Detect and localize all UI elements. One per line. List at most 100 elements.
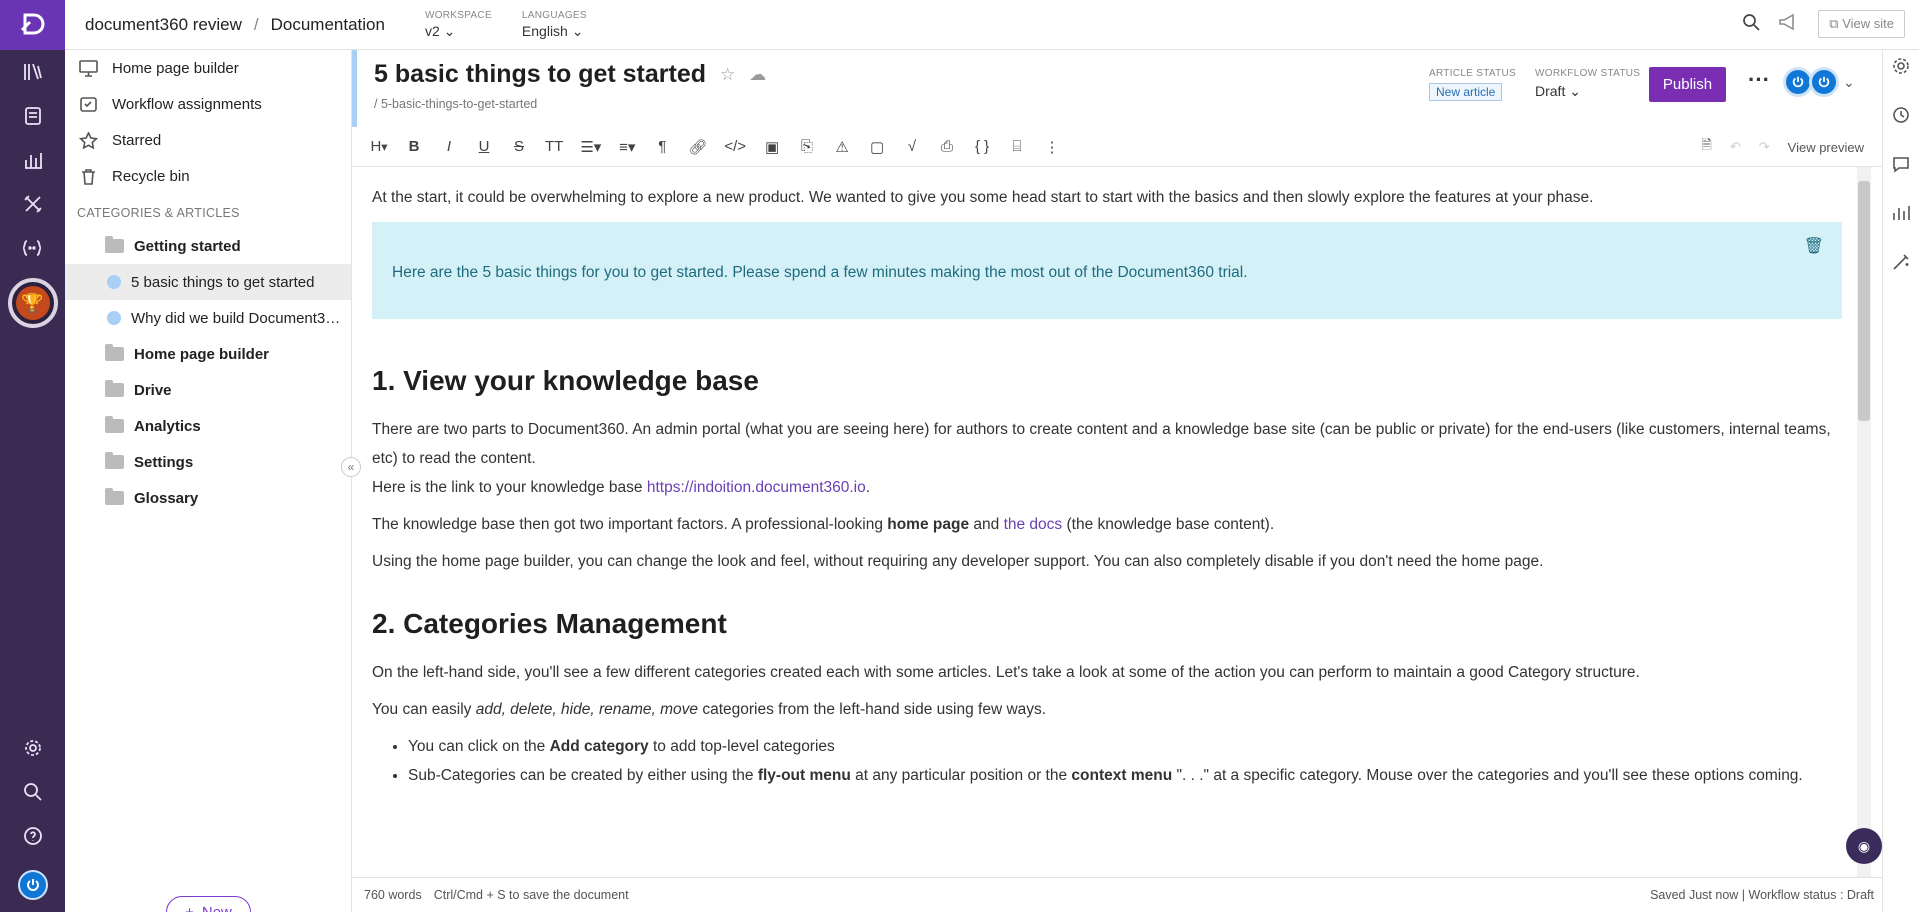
workspace-selector[interactable]: WORKSPACE v2 ⌄: [425, 10, 492, 40]
chevron-down-icon[interactable]: ⌄: [1843, 74, 1855, 91]
api-docs-icon[interactable]: [0, 226, 65, 270]
code-icon[interactable]: </>: [724, 138, 746, 155]
categories-header: CATEGORIES & ARTICLES: [77, 206, 240, 220]
italic-icon[interactable]: I: [440, 138, 458, 155]
document-icon[interactable]: 🗎︎: [1701, 136, 1711, 158]
documentation-icon[interactable]: [0, 94, 65, 138]
magic-wand-icon[interactable]: [1891, 252, 1911, 277]
paragraph: The knowledge base then got two importan…: [372, 510, 1842, 539]
knowledge-base-link[interactable]: https://indoition.document360.io: [647, 479, 866, 496]
text: The knowledge base then got two importan…: [372, 516, 888, 533]
view-site-label: View site: [1842, 16, 1894, 31]
settings-icon[interactable]: [0, 726, 65, 770]
image-icon[interactable]: ▣: [763, 138, 781, 156]
file-icon[interactable]: ⎘: [798, 138, 816, 155]
article-settings-icon[interactable]: [1891, 56, 1911, 81]
section-name[interactable]: Documentation: [271, 15, 385, 35]
history-icon[interactable]: [1891, 105, 1911, 130]
category-settings[interactable]: Settings: [65, 444, 351, 480]
scrollbar-track[interactable]: [1857, 167, 1871, 877]
math-icon[interactable]: √: [903, 138, 921, 155]
heading-icon[interactable]: H▾: [370, 138, 388, 155]
chevron-down-icon: ⌄: [1569, 83, 1581, 99]
snippet-icon[interactable]: ⌸: [1008, 138, 1026, 155]
bullet-list-icon[interactable]: ☰▾: [580, 138, 601, 156]
project-name[interactable]: document360 review: [85, 15, 242, 35]
template-icon[interactable]: ⎙: [938, 138, 956, 155]
folder-icon: [105, 416, 124, 433]
more-options-icon[interactable]: ···: [1748, 67, 1770, 93]
help-icon[interactable]: [0, 814, 65, 858]
callout-box: Here are the 5 basic things for you to g…: [372, 222, 1842, 319]
breadcrumb: document360 review / Documentation: [85, 15, 385, 35]
delete-icon[interactable]: 🗑︎: [1804, 236, 1824, 256]
publish-button[interactable]: Publish: [1649, 67, 1726, 102]
sidebar-item-home-page-builder[interactable]: Home page builder: [65, 50, 351, 86]
category-getting-started[interactable]: Getting started: [65, 228, 351, 264]
sidebar-item-workflow-assignments[interactable]: Workflow assignments: [65, 86, 351, 122]
sidebar-item-starred[interactable]: Starred: [65, 122, 351, 158]
heading-view-knowledge-base: 1. View your knowledge base: [372, 365, 759, 396]
star-icon[interactable]: ☆: [720, 65, 735, 85]
language-selector[interactable]: LANGUAGES English ⌄: [522, 10, 587, 40]
category-label: Drive: [134, 381, 172, 399]
scrollbar-thumb[interactable]: [1858, 181, 1870, 421]
text-size-icon[interactable]: TT: [545, 138, 563, 155]
search-icon[interactable]: [0, 770, 65, 814]
underline-icon[interactable]: U: [475, 138, 493, 155]
more-vertical-icon[interactable]: ⋮: [1043, 138, 1061, 156]
document360-logo[interactable]: [0, 0, 65, 50]
folder-icon: [105, 452, 124, 469]
folder-icon: [105, 344, 124, 361]
view-site-button[interactable]: ⧉ View site: [1818, 10, 1905, 38]
paragraph: On the left-hand side, you'll see a few …: [372, 664, 1640, 681]
workflow-status[interactable]: WORKFLOW STATUS Draft ⌄: [1535, 68, 1640, 100]
category-glossary[interactable]: Glossary: [65, 480, 351, 516]
editor-content[interactable]: At the start, it could be overwhelming t…: [352, 167, 1862, 877]
paragraph-icon[interactable]: ¶: [653, 138, 671, 155]
category-home-page-builder[interactable]: Home page builder: [65, 336, 351, 372]
text: You can click on the: [408, 738, 550, 755]
analytics-icon[interactable]: [0, 138, 65, 182]
knowledge-base-icon[interactable]: [0, 50, 65, 94]
undo-icon[interactable]: ↶: [1730, 139, 1741, 155]
bold-icon[interactable]: B: [405, 138, 423, 155]
article-label: Why did we build Document360?: [131, 309, 346, 327]
collaborators[interactable]: ⌄: [1783, 67, 1855, 97]
warning-icon[interactable]: ⚠: [833, 138, 851, 156]
redo-icon[interactable]: ↷: [1759, 139, 1770, 155]
text: .: [865, 479, 871, 496]
comments-icon[interactable]: [1891, 154, 1911, 179]
user-avatar[interactable]: [0, 858, 65, 912]
search-icon[interactable]: [1742, 13, 1760, 36]
workflow-status-label: WORKFLOW STATUS: [1535, 68, 1641, 79]
left-rail: 🏆: [0, 0, 65, 912]
analytics-icon[interactable]: [1891, 203, 1911, 228]
article-slug[interactable]: / 5-basic-things-to-get-started: [374, 97, 537, 111]
strikethrough-icon[interactable]: S: [510, 138, 528, 155]
sidebar-item-label: Workflow assignments: [112, 95, 262, 113]
article-title[interactable]: 5 basic things to get started: [374, 60, 706, 89]
article-why-did-we-build[interactable]: Why did we build Document360?: [65, 300, 351, 336]
plus-icon: +: [185, 903, 194, 912]
visibility-toggle-icon[interactable]: ◉: [1846, 828, 1882, 864]
video-icon[interactable]: ▢: [868, 138, 886, 156]
numbered-list-icon[interactable]: ≡▾: [618, 138, 636, 156]
sidebar-item-label: Recycle bin: [112, 167, 190, 185]
the-docs-link[interactable]: the docs: [1004, 516, 1063, 533]
sidebar-item-recycle-bin[interactable]: Recycle bin: [65, 158, 351, 194]
category-analytics[interactable]: Analytics: [65, 408, 351, 444]
link-icon[interactable]: 🔗︎: [688, 138, 707, 156]
view-preview-button[interactable]: View preview: [1788, 140, 1864, 155]
code-block-icon[interactable]: { }: [973, 138, 991, 155]
editor-toolbar: H▾ B I U S TT ☰▾ ≡▾ ¶ 🔗︎ </> ▣ ⎘ ⚠ ▢ √ ⎙…: [352, 127, 1882, 167]
announcement-icon[interactable]: [1778, 13, 1800, 36]
category-drive[interactable]: Drive: [65, 372, 351, 408]
tools-icon[interactable]: [0, 182, 65, 226]
trophy-badge[interactable]: 🏆: [7, 278, 58, 328]
new-button[interactable]: + New: [166, 896, 251, 912]
article-5-basic-things[interactable]: 5 basic things to get started: [65, 264, 351, 300]
folder-icon: [105, 380, 124, 397]
star-icon: [79, 131, 98, 149]
list-item: Sub-Categories can be created by either …: [408, 761, 1842, 790]
